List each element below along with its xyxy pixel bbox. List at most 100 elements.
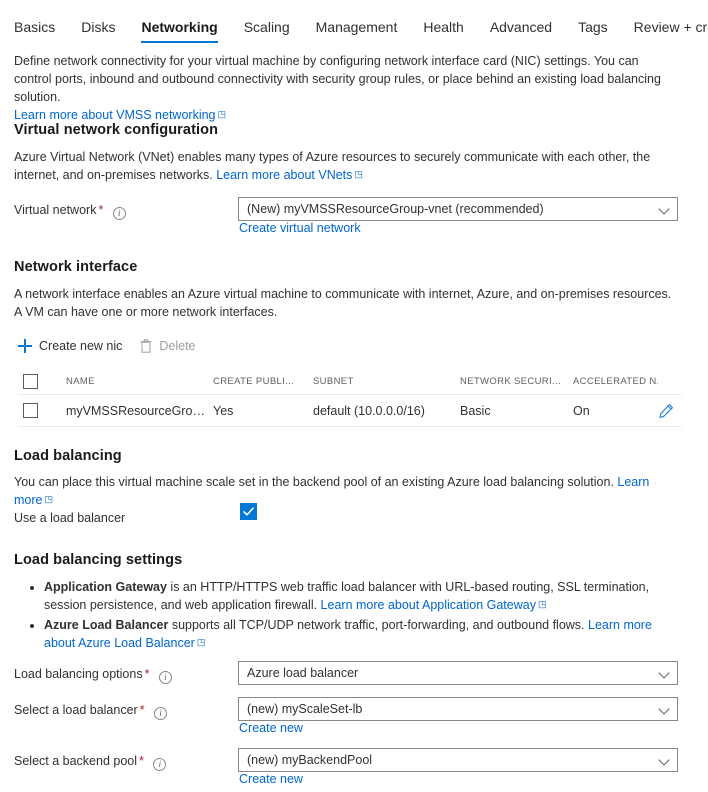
info-icon[interactable]: i (113, 207, 126, 220)
select-all-checkbox[interactable] (23, 374, 38, 389)
info-icon[interactable]: i (154, 707, 167, 720)
external-link-icon: ◳ (218, 105, 227, 123)
list-item: Azure Load Balancer supports all TCP/UDP… (44, 616, 674, 653)
bullet-bold-term: Azure Load Balancer (44, 618, 168, 632)
cell-name: myVMSSResourceGrou... (66, 404, 213, 418)
delete-nic-button[interactable]: Delete (140, 339, 195, 353)
required-asterisk: * (145, 667, 150, 681)
label-text: Virtual network (14, 203, 96, 217)
load-balancing-description-text: You can place this virtual machine scale… (14, 475, 614, 489)
select-backend-pool-dropdown[interactable]: (new) myBackendPool (238, 748, 678, 772)
trash-icon (140, 339, 152, 353)
row-select-cell (18, 403, 66, 418)
learn-more-vnets-link[interactable]: Learn more about VNets◳ (216, 168, 363, 182)
lb-settings-bullets: Application Gateway is an HTTP/HTTPS web… (22, 578, 674, 654)
column-header-subnet[interactable]: SUBNET (313, 376, 460, 387)
external-link-icon: ◳ (538, 595, 547, 613)
nic-section-description: A network interface enables an Azure vir… (14, 285, 678, 321)
checkmark-icon (241, 504, 256, 519)
tab-tags[interactable]: Tags (565, 14, 621, 45)
chevron-down-icon (659, 703, 671, 715)
column-header-accelerated-networking[interactable]: ACCELERATED N... (573, 376, 658, 387)
edit-pencil-icon[interactable] (658, 403, 674, 419)
virtual-network-label: Virtual network* i (14, 202, 126, 220)
page-intro: Define network connectivity for your vir… (14, 52, 676, 125)
networking-tab-page: Basics Disks Networking Scaling Manageme… (0, 0, 708, 792)
tab-scaling[interactable]: Scaling (231, 14, 303, 45)
required-asterisk: * (139, 754, 144, 768)
required-asterisk: * (98, 203, 103, 217)
column-header-name[interactable]: NAME (66, 376, 213, 387)
label-text: Select a load balancer (14, 703, 138, 717)
selected-value: (new) myBackendPool (247, 753, 659, 767)
nic-section-heading: Network interface (14, 259, 137, 275)
label-text: Select a backend pool (14, 754, 137, 768)
link-label: Learn more about VMSS networking (14, 108, 216, 122)
wizard-tabs: Basics Disks Networking Scaling Manageme… (14, 14, 708, 45)
info-icon[interactable]: i (159, 671, 172, 684)
load-balancing-description: You can place this virtual machine scale… (14, 473, 678, 510)
vnet-section-heading: Virtual network configuration (14, 122, 218, 138)
tab-basics[interactable]: Basics (14, 14, 68, 45)
selected-value: (new) myScaleSet-lb (247, 702, 659, 716)
nic-table: NAME CREATE PUBLI... SUBNET NETWORK SECU… (18, 369, 682, 427)
selected-value: Azure load balancer (247, 666, 659, 680)
tab-label: Management (316, 19, 398, 35)
load-balancing-options-label: Load balancing options* i (14, 666, 172, 684)
cell-accelerated-networking: On (573, 404, 658, 418)
virtual-network-dropdown[interactable]: (New) myVMSSResourceGroup-vnet (recommen… (238, 197, 678, 221)
link-label: Learn more about Application Gateway (321, 598, 536, 612)
button-label: Delete (159, 339, 195, 353)
button-label: Create new nic (39, 339, 122, 353)
row-checkbox[interactable] (23, 403, 38, 418)
select-load-balancer-label: Select a load balancer* i (14, 702, 167, 720)
tab-label: Advanced (490, 19, 552, 35)
load-balancing-options-dropdown[interactable]: Azure load balancer (238, 661, 678, 685)
tab-label: Scaling (244, 19, 290, 35)
tab-disks[interactable]: Disks (68, 14, 128, 45)
info-icon[interactable]: i (153, 758, 166, 771)
create-new-backend-pool-link[interactable]: Create new (239, 772, 303, 786)
tab-health[interactable]: Health (410, 14, 476, 45)
create-new-nic-button[interactable]: Create new nic (18, 339, 122, 353)
table-row[interactable]: myVMSSResourceGrou... Yes default (10.0.… (18, 395, 682, 427)
cell-network-security: Basic (460, 404, 573, 418)
create-virtual-network-link[interactable]: Create virtual network (239, 221, 361, 235)
list-item: Application Gateway is an HTTP/HTTPS web… (44, 578, 674, 615)
tab-label: Basics (14, 19, 55, 35)
tab-label: Disks (81, 19, 115, 35)
chevron-down-icon (659, 203, 671, 215)
tab-management[interactable]: Management (303, 14, 411, 45)
bullet-text: supports all TCP/UDP network traffic, po… (168, 618, 588, 632)
row-actions-cell (658, 403, 684, 419)
link-label: Learn more about VNets (216, 168, 352, 182)
select-load-balancer-dropdown[interactable]: (new) myScaleSet-lb (238, 697, 678, 721)
use-load-balancer-checkbox[interactable] (240, 503, 257, 520)
cell-subnet: default (10.0.0.0/16) (313, 404, 460, 418)
tab-label: Networking (141, 19, 217, 35)
use-load-balancer-label: Use a load balancer (14, 510, 125, 526)
learn-more-application-gateway-link[interactable]: Learn more about Application Gateway◳ (321, 598, 547, 612)
column-header-network-security[interactable]: NETWORK SECURI... (460, 376, 573, 387)
external-link-icon: ◳ (197, 633, 206, 651)
tab-networking[interactable]: Networking (128, 14, 230, 45)
intro-text: Define network connectivity for your vir… (14, 54, 661, 104)
select-all-cell (18, 374, 66, 389)
external-link-icon: ◳ (44, 490, 53, 508)
selected-value: (New) myVMSSResourceGroup-vnet (recommen… (247, 202, 659, 216)
column-header-create-public-ip[interactable]: CREATE PUBLI... (213, 376, 313, 387)
tab-review-create[interactable]: Review + create (621, 14, 708, 45)
tab-advanced[interactable]: Advanced (477, 14, 565, 45)
label-text: Load balancing options (14, 667, 143, 681)
tab-label: Tags (578, 19, 608, 35)
learn-more-vmss-networking-link[interactable]: Learn more about VMSS networking◳ (14, 108, 226, 122)
plus-icon (18, 339, 32, 353)
bullet-bold-term: Application Gateway (44, 580, 167, 594)
create-new-load-balancer-link[interactable]: Create new (239, 721, 303, 735)
vnet-section-description: Azure Virtual Network (VNet) enables man… (14, 148, 678, 185)
chevron-down-icon (659, 667, 671, 679)
chevron-down-icon (659, 754, 671, 766)
external-link-icon: ◳ (354, 165, 363, 183)
cell-create-public-ip: Yes (213, 404, 313, 418)
select-backend-pool-label: Select a backend pool* i (14, 753, 166, 771)
